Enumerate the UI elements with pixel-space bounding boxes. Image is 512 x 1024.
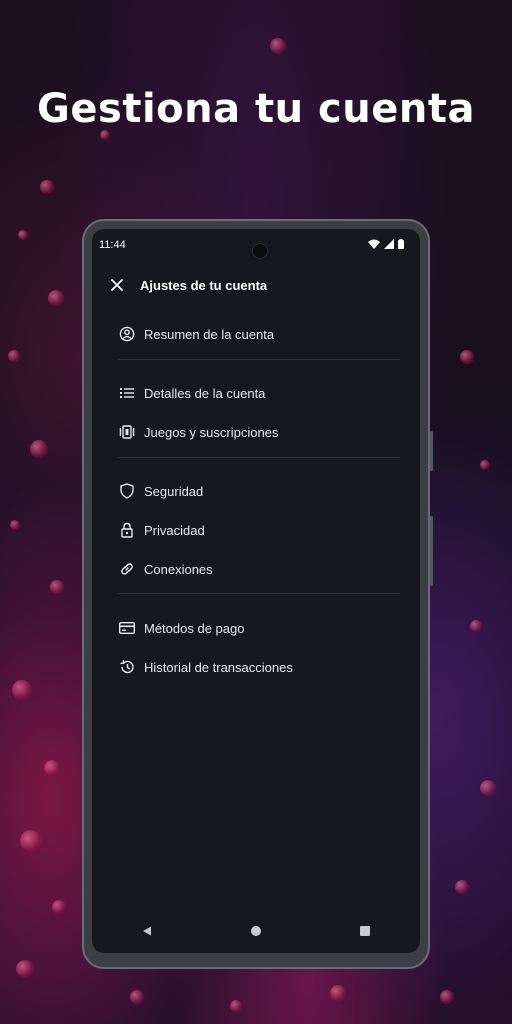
menu-item-label: Conexiones bbox=[144, 561, 213, 577]
bubble-decoration bbox=[440, 990, 454, 1004]
menu-item-privacy[interactable]: Privacidad bbox=[118, 515, 400, 545]
bubble-decoration bbox=[460, 350, 474, 364]
divider bbox=[118, 359, 400, 360]
bubble-decoration bbox=[18, 230, 28, 240]
headline: Gestiona tu cuenta bbox=[37, 86, 475, 132]
menu-item-label: Resumen de la cuenta bbox=[144, 326, 275, 342]
lock-icon bbox=[118, 521, 136, 539]
status-time: 11:44 bbox=[99, 239, 126, 251]
wifi-icon bbox=[368, 239, 380, 249]
recents-button[interactable] bbox=[353, 919, 377, 943]
home-button[interactable] bbox=[244, 919, 268, 943]
divider bbox=[118, 457, 400, 458]
menu-item-payment-methods[interactable]: Métodos de pago bbox=[118, 613, 400, 643]
phone-frame: 11:44 Ajustes de tu cuenta Resumen de la… bbox=[82, 219, 433, 969]
link-icon bbox=[118, 560, 136, 578]
bubble-decoration bbox=[44, 760, 60, 776]
bubble-decoration bbox=[10, 520, 20, 530]
camera-icon bbox=[252, 243, 268, 259]
menu-item-connections[interactable]: Conexiones bbox=[118, 554, 400, 584]
bubble-decoration bbox=[30, 440, 48, 458]
recents-icon bbox=[360, 926, 371, 936]
bubble-decoration bbox=[40, 180, 54, 194]
page-title: Ajustes de tu cuenta bbox=[140, 278, 268, 293]
games-icon bbox=[118, 423, 136, 441]
bubble-decoration bbox=[470, 620, 482, 632]
menu-item-games-subscriptions[interactable]: Juegos y suscripciones bbox=[118, 417, 400, 447]
divider bbox=[118, 593, 400, 594]
list-icon bbox=[118, 384, 136, 402]
app-bar: Ajustes de tu cuenta bbox=[92, 265, 420, 305]
bubble-decoration bbox=[270, 38, 286, 54]
menu-item-label: Métodos de pago bbox=[144, 620, 245, 636]
menu-item-account-summary[interactable]: Resumen de la cuenta bbox=[118, 319, 400, 349]
menu-item-label: Seguridad bbox=[144, 483, 204, 499]
menu-item-transaction-history[interactable]: Historial de transacciones bbox=[118, 652, 400, 682]
back-button[interactable] bbox=[135, 919, 159, 943]
menu-item-account-details[interactable]: Detalles de la cuenta bbox=[118, 378, 400, 408]
close-icon bbox=[111, 279, 123, 291]
phone-screen: 11:44 Ajustes de tu cuenta Resumen de la… bbox=[92, 229, 420, 953]
menu-item-security[interactable]: Seguridad bbox=[118, 476, 400, 506]
bubble-decoration bbox=[330, 985, 346, 1001]
history-icon bbox=[118, 658, 136, 676]
bubble-decoration bbox=[480, 460, 490, 470]
navigation-bar bbox=[92, 909, 420, 953]
menu-item-label: Detalles de la cuenta bbox=[144, 385, 266, 401]
shield-icon bbox=[118, 482, 136, 500]
bubble-decoration bbox=[455, 880, 469, 894]
volume-button bbox=[430, 516, 433, 586]
bubble-decoration bbox=[16, 960, 34, 978]
battery-icon bbox=[398, 239, 404, 249]
bubble-decoration bbox=[230, 1000, 242, 1012]
credit-card-icon bbox=[118, 619, 136, 637]
account-circle-icon bbox=[118, 325, 136, 343]
home-icon bbox=[250, 926, 261, 936]
menu-item-label: Historial de transacciones bbox=[144, 659, 293, 675]
bubble-decoration bbox=[50, 580, 64, 594]
bubble-decoration bbox=[480, 780, 496, 796]
menu-item-label: Privacidad bbox=[144, 522, 205, 538]
bubble-decoration bbox=[48, 290, 64, 306]
bubble-decoration bbox=[12, 680, 32, 700]
bubble-decoration bbox=[52, 900, 66, 914]
bubble-decoration bbox=[20, 830, 42, 852]
signal-icon bbox=[384, 239, 394, 249]
back-icon bbox=[142, 926, 151, 936]
bubble-decoration bbox=[130, 990, 144, 1004]
menu-item-label: Juegos y suscripciones bbox=[144, 424, 279, 440]
status-icons bbox=[368, 239, 404, 249]
power-button bbox=[430, 431, 433, 471]
status-bar: 11:44 bbox=[92, 229, 420, 259]
close-button[interactable] bbox=[106, 274, 128, 296]
bubble-decoration bbox=[8, 350, 20, 362]
